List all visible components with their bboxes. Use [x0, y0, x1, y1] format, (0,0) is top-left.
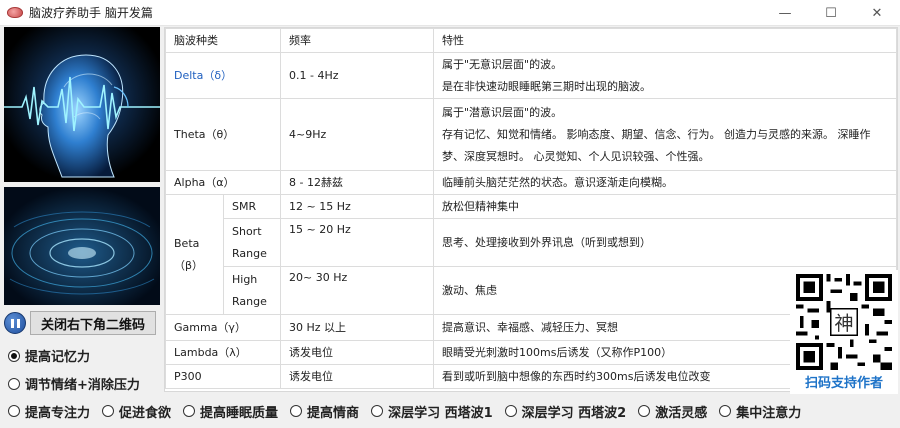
table-row-beta-short: Short Range 15 ~ 20 Hz 思考、处理接收到外界讯息（听到或想… — [166, 218, 897, 267]
beta-high-sub-line: High — [232, 272, 258, 286]
option-label-appetite: 促进食欲 — [119, 405, 172, 421]
radio-eq[interactable] — [290, 405, 303, 417]
option-label-concentration: 集中注意力 — [736, 405, 802, 421]
lambda-type: Lambda（λ） — [165, 340, 281, 365]
bottom-options: 提高专注力 促进食欲 提高睡眠质量 提高情商 深层学习 西塔波1 深层学习 西塔… — [0, 396, 900, 426]
brain-app-icon — [7, 7, 23, 18]
brainwave-swirl-image — [4, 187, 160, 305]
radio-deep-learning-1[interactable] — [371, 405, 384, 417]
mode-option-memory[interactable]: 提高记忆力 — [8, 346, 90, 365]
radio-deep-learning-2[interactable] — [504, 405, 517, 417]
window-title: 脑波疗养助手 脑开发篇 — [29, 6, 153, 20]
table-row-lambda: Lambda（λ） 诱发电位 眼睛受光刺激时100ms后诱发（又称作P100） — [165, 340, 897, 365]
mode-label-memory: 提高记忆力 — [25, 350, 91, 365]
alpha-prop: 临睡前头脑茫茫然的状态。意识逐渐走向模糊。 — [433, 170, 897, 195]
option-label-deep-learning-1: 深层学习 西塔波1 — [388, 405, 493, 421]
theta-prop-line: 梦、深度冥想时。 心灵觉知、个人见识较强、个性强。 — [442, 149, 710, 163]
option-sleep[interactable]: 提高睡眠质量 — [183, 402, 278, 421]
close-button[interactable]: ✕ — [854, 0, 900, 26]
lambda-freq: 诱发电位 — [280, 340, 434, 365]
delta-type[interactable]: Delta（δ） — [165, 52, 281, 99]
radio-memory[interactable] — [8, 349, 20, 362]
radio-inspiration[interactable] — [638, 405, 651, 417]
qr-center-char: 神 — [834, 312, 853, 335]
beta-type-line: Beta — [174, 236, 200, 250]
gamma-type: Gamma（γ） — [165, 314, 281, 341]
beta-type: Beta （β） — [165, 194, 224, 315]
option-deep-learning-1[interactable]: 深层学习 西塔波1 — [371, 402, 493, 421]
beta-short-prop: 思考、处理接收到外界讯息（听到或想到） — [433, 218, 897, 267]
p300-type: P300 — [165, 364, 281, 389]
alpha-freq: 8 - 12赫兹 — [280, 170, 434, 195]
qr-code-image: 神 — [796, 274, 892, 370]
delta-prop: 属于"无意识层面"的波。 是在非快速动眼睡眠第三期时出现的脑波。 — [433, 52, 897, 99]
qr-caption: 扫码支持作者 — [804, 376, 883, 391]
beta-type-line: （β） — [174, 258, 204, 272]
title-bar: 脑波疗养助手 脑开发篇 — ☐ ✕ — [0, 0, 900, 26]
beta-high-freq: 20~ 30 Hz — [280, 266, 434, 315]
beta-high-sub-line: Range — [232, 294, 267, 308]
brainwave-table: 脑波种类 频率 特性 Delta（δ） 0.1 - 4Hz 属于"无意识层面"的… — [164, 27, 898, 392]
radio-concentration[interactable] — [719, 405, 732, 417]
maximize-button[interactable]: ☐ — [808, 0, 854, 26]
option-label-deep-learning-2: 深层学习 西塔波2 — [521, 405, 627, 421]
header-type: 脑波种类 — [165, 28, 281, 53]
beta-smr-prop: 放松但精神集中 — [433, 194, 897, 219]
pause-icon[interactable] — [4, 312, 26, 334]
theta-freq: 4~9Hz — [280, 98, 434, 171]
delta-freq: 0.1 - 4Hz — [280, 52, 434, 99]
option-label-sleep: 提高睡眠质量 — [200, 405, 279, 421]
header-freq: 频率 — [280, 28, 434, 53]
theta-prop-line: 存有记忆、知觉和情绪。 影响态度、期望、信念、行为。 创造力与灵感的来源。 深睡… — [442, 127, 871, 141]
table-row-p300: P300 诱发电位 看到或听到脑中想像的东西时约300ms后诱发电位改变 — [165, 364, 897, 389]
table-row-beta-high: High Range 20~ 30 Hz 激动、焦虑 — [166, 266, 897, 315]
beta-high-sub: High Range — [223, 266, 281, 315]
header-prop: 特性 — [433, 28, 897, 53]
beta-smr-sub: SMR — [223, 194, 281, 219]
option-concentration[interactable]: 集中注意力 — [719, 402, 801, 421]
theta-prop: 属于"潜意识层面"的波。 存有记忆、知觉和情绪。 影响态度、期望、信念、行为。 … — [433, 98, 897, 171]
beta-short-sub: Short Range — [223, 218, 281, 267]
beta-short-sub-line: Short — [232, 224, 262, 238]
p300-freq: 诱发电位 — [280, 364, 434, 389]
beta-short-freq: 15 ~ 20 Hz — [280, 218, 434, 267]
table-row-beta-smr: Beta （β） SMR 12 ~ 15 Hz 放松但精神集中 — [165, 194, 897, 315]
mode-label-emotion: 调节情绪+消除压力 — [25, 378, 140, 393]
option-deep-learning-2[interactable]: 深层学习 西塔波2 — [504, 402, 627, 421]
option-focus[interactable]: 提高专注力 — [8, 402, 90, 421]
table-row-delta: Delta（δ） 0.1 - 4Hz 属于"无意识层面"的波。 是在非快速动眼睡… — [165, 52, 897, 99]
radio-appetite[interactable] — [102, 405, 115, 417]
alpha-type: Alpha（α） — [165, 170, 281, 195]
table-row-gamma: Gamma（γ） 30 Hz 以上 提高意识、幸福感、减轻压力、冥想 — [165, 314, 897, 341]
option-appetite[interactable]: 促进食欲 — [102, 402, 171, 421]
delta-prop-line: 属于"无意识层面"的波。 — [442, 57, 563, 71]
close-qr-button[interactable]: 关闭右下角二维码 — [30, 311, 156, 335]
table-row-alpha: Alpha（α） 8 - 12赫兹 临睡前头脑茫茫然的状态。意识逐渐走向模糊。 — [165, 170, 897, 195]
radio-sleep[interactable] — [183, 405, 196, 417]
table-row-theta: Theta（θ） 4~9Hz 属于"潜意识层面"的波。 存有记忆、知觉和情绪。 … — [165, 98, 897, 171]
option-label-focus: 提高专注力 — [25, 405, 91, 421]
beta-short-sub-line: Range — [232, 246, 267, 260]
option-inspiration[interactable]: 激活灵感 — [638, 402, 707, 421]
qr-panel: 神 扫码支持作者 — [790, 270, 898, 394]
head-brainwave-image — [4, 27, 160, 182]
table-header-row: 脑波种类 频率 特性 — [165, 28, 897, 53]
theta-prop-line: 属于"潜意识层面"的波。 — [442, 105, 563, 119]
option-eq[interactable]: 提高情商 — [290, 402, 359, 421]
option-label-inspiration: 激活灵感 — [655, 405, 708, 421]
theta-type: Theta（θ） — [165, 98, 281, 171]
radio-emotion[interactable] — [8, 377, 20, 390]
close-qr-control: 关闭右下角二维码 — [4, 310, 160, 336]
mode-option-emotion[interactable]: 调节情绪+消除压力 — [8, 374, 140, 393]
minimize-button[interactable]: — — [762, 0, 808, 26]
delta-prop-line: 是在非快速动眼睡眠第三期时出现的脑波。 — [442, 79, 651, 93]
beta-smr-freq: 12 ~ 15 Hz — [280, 194, 434, 219]
option-label-eq: 提高情商 — [307, 405, 360, 421]
radio-focus[interactable] — [8, 405, 20, 417]
gamma-freq: 30 Hz 以上 — [280, 314, 434, 341]
